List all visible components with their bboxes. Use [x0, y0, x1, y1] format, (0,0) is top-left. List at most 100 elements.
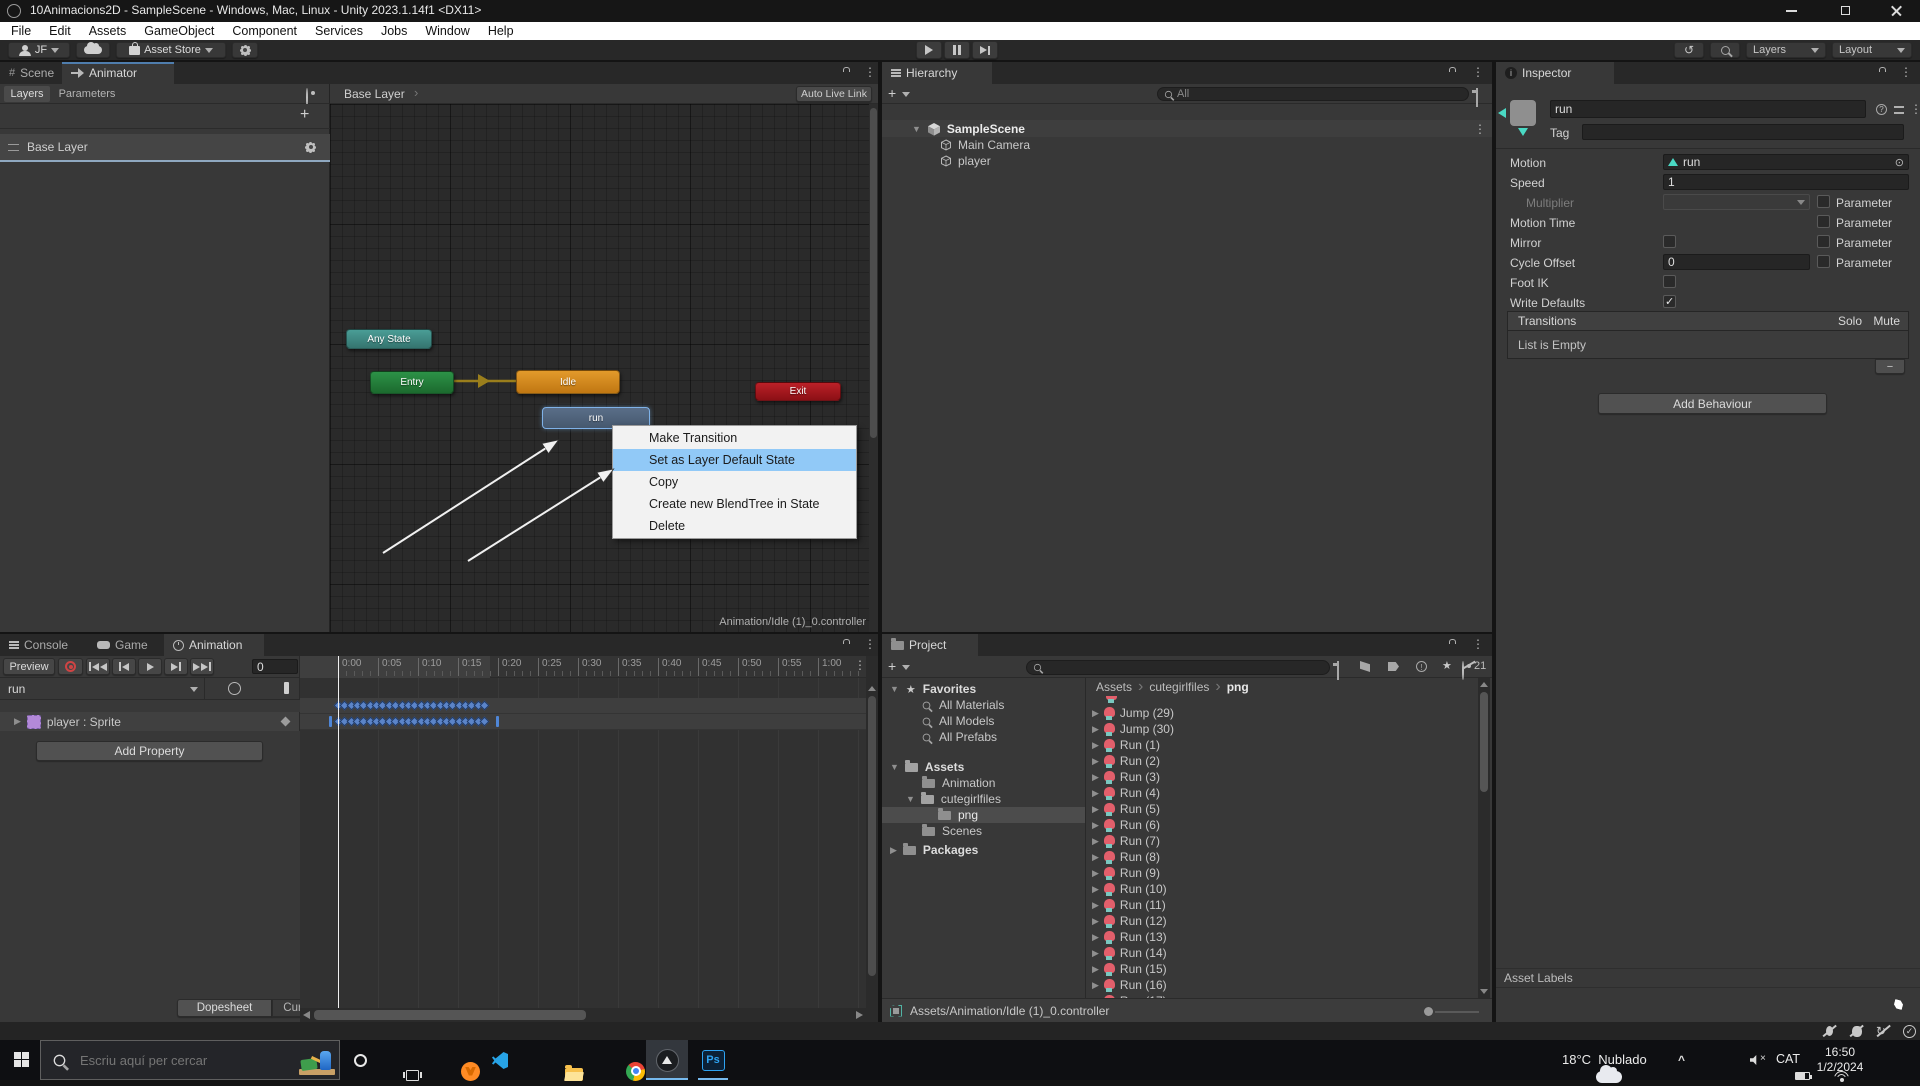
create-button[interactable]: + — [888, 85, 896, 101]
menu-jobs[interactable]: Jobs — [372, 24, 416, 38]
file-row[interactable]: ▶Run (1) — [1086, 737, 1160, 753]
foldout-arrow-icon[interactable]: ▶ — [1092, 948, 1099, 959]
tree-favorite-item[interactable]: All Materials — [882, 697, 1085, 713]
maximize-button[interactable] — [1841, 6, 1850, 15]
zoom-slider-handle[interactable] — [1424, 1007, 1433, 1016]
state-node-exit[interactable]: Exit — [755, 382, 841, 401]
tree-png-folder[interactable]: png — [882, 807, 1085, 823]
layer-item-base-layer[interactable]: Base Layer — [0, 134, 330, 162]
collab-button[interactable] — [232, 42, 258, 58]
multiplier-parameter-checkbox[interactable] — [1817, 195, 1830, 208]
tab-project[interactable]: Project — [882, 634, 978, 656]
step-button[interactable] — [972, 41, 998, 59]
cloud-services-button[interactable] — [76, 42, 110, 58]
cache-server-disabled-icon[interactable] — [1849, 1024, 1864, 1039]
drag-handle-icon[interactable] — [8, 144, 19, 151]
foldout-arrow-icon[interactable]: ▶ — [1092, 900, 1099, 911]
animation-timeline[interactable]: ⋮ 0:000:050:100:150:200:250:300:350:400:… — [300, 656, 878, 1022]
tree-favorites[interactable]: ▼★ Favorites — [882, 681, 1085, 697]
tab-game[interactable]: Game — [88, 634, 162, 656]
foldout-arrow-icon[interactable]: ▶ — [1092, 804, 1099, 815]
layers-subtab[interactable]: Layers — [4, 86, 50, 102]
foldout-arrow-icon[interactable]: ▶ — [1092, 724, 1099, 735]
breadcrumb-png[interactable]: png — [1227, 680, 1249, 694]
foldout-arrow-icon[interactable]: ▶ — [1092, 884, 1099, 895]
foldout-arrow-icon[interactable]: ▶ — [1092, 772, 1099, 783]
keyframe-track[interactable] — [300, 714, 866, 730]
project-search-field[interactable] — [1026, 660, 1330, 675]
close-button[interactable] — [1890, 4, 1903, 17]
foldout-arrow-icon[interactable]: ▶ — [1092, 916, 1099, 927]
asset-store-button[interactable]: Asset Store — [116, 42, 226, 58]
refresh-disabled-icon[interactable]: ↻ — [1876, 1024, 1891, 1039]
search-input[interactable] — [1046, 662, 1306, 674]
keyframe-diamond[interactable] — [480, 717, 490, 727]
next-key-button[interactable] — [164, 658, 188, 675]
foldout-arrow-icon[interactable]: ▶ — [1092, 932, 1099, 943]
weather-text[interactable]: 18°C Nublado — [1562, 1052, 1647, 1067]
breadcrumb[interactable]: Base Layer — [344, 87, 405, 101]
foldout-arrow-icon[interactable]: ▶ — [1092, 964, 1099, 975]
auto-live-link-button[interactable]: Auto Live Link — [796, 86, 872, 102]
context-menu-item[interactable]: Copy — [613, 471, 856, 493]
tab-inspector[interactable]: i Inspector — [1496, 62, 1614, 84]
add-layer-button[interactable]: + — [300, 106, 309, 124]
file-row[interactable]: ▶Jump (30) — [1086, 721, 1174, 737]
clip-edge-marker[interactable] — [496, 716, 499, 727]
add-behaviour-button[interactable]: Add Behaviour — [1598, 393, 1827, 414]
menu-help[interactable]: Help — [479, 24, 523, 38]
undo-history-button[interactable]: ↺ — [1674, 42, 1704, 58]
menu-component[interactable]: Component — [223, 24, 306, 38]
mirror-checkbox[interactable] — [1663, 235, 1676, 248]
state-node-any-state[interactable]: Any State — [346, 329, 432, 349]
taskbar-search-box[interactable] — [40, 1040, 340, 1080]
state-name-field[interactable] — [1550, 100, 1866, 118]
file-row[interactable]: ▶Run (14) — [1086, 945, 1167, 961]
keyframe-track[interactable] — [300, 698, 866, 714]
unity-taskbar-button[interactable] — [646, 1040, 688, 1080]
file-row[interactable]: ▶Run (5) — [1086, 801, 1160, 817]
state-machine-graph[interactable]: Any State Entry Idle run Exit Animation/… — [330, 104, 878, 632]
file-row[interactable]: ▶Run (7) — [1086, 833, 1160, 849]
asset-labels-header[interactable]: Asset Labels — [1496, 968, 1920, 988]
scene-picker-icon[interactable] — [1476, 88, 1478, 107]
vscode-icon[interactable] — [492, 1052, 508, 1069]
kebab-menu-icon[interactable]: ⋮ — [864, 67, 876, 77]
tab-console[interactable]: Console — [0, 634, 86, 656]
progress-ok-icon[interactable]: ✓ — [1903, 1025, 1916, 1038]
hierarchy-search-field[interactable] — [1157, 87, 1469, 101]
tree-assets[interactable]: ▼ Assets — [882, 759, 1085, 775]
tree-animation-folder[interactable]: Animation — [882, 775, 1085, 791]
foldout-arrow-icon[interactable]: ▼ — [912, 124, 921, 134]
speed-field[interactable] — [1663, 174, 1909, 190]
tree-packages[interactable]: ▶ Packages — [882, 842, 1085, 858]
playhead[interactable] — [338, 656, 339, 1008]
menu-window[interactable]: Window — [416, 24, 478, 38]
zoom-slider-track[interactable] — [1435, 1011, 1479, 1013]
language-indicator[interactable]: CAT — [1776, 1052, 1800, 1066]
motion-time-parameter-checkbox[interactable] — [1817, 215, 1830, 228]
help-icon[interactable]: ? — [1876, 104, 1887, 115]
foldout-arrow-icon[interactable]: ▶ — [1092, 820, 1099, 831]
play-animation-button[interactable] — [138, 658, 162, 675]
tab-animation[interactable]: Animation — [164, 634, 264, 656]
state-node-entry[interactable]: Entry — [370, 371, 454, 394]
clip-dropdown[interactable]: run — [0, 678, 205, 700]
last-key-button[interactable] — [190, 658, 214, 675]
file-row[interactable]: ▶Run (4) — [1086, 785, 1160, 801]
preview-button[interactable]: Preview — [3, 658, 55, 675]
battery-icon[interactable] — [1795, 1072, 1810, 1080]
foldout-arrow-icon[interactable]: ▶ — [1092, 868, 1099, 879]
account-button[interactable]: JF — [8, 42, 70, 58]
label-icon[interactable] — [1388, 662, 1399, 671]
add-property-button[interactable]: Add Property — [36, 741, 263, 761]
start-button[interactable] — [14, 1052, 29, 1067]
minimize-button[interactable] — [1786, 10, 1797, 12]
file-row[interactable]: ▶Run (6) — [1086, 817, 1160, 833]
pause-button[interactable] — [944, 41, 970, 59]
context-menu-item[interactable]: Delete — [613, 515, 856, 537]
tree-favorite-item[interactable]: All Models — [882, 713, 1085, 729]
scene-row[interactable]: ▼ SampleScene ⋮ — [882, 120, 1492, 137]
photoshop-taskbar-button[interactable]: Ps — [692, 1040, 734, 1080]
animator-vertical-scrollbar[interactable] — [869, 104, 878, 632]
